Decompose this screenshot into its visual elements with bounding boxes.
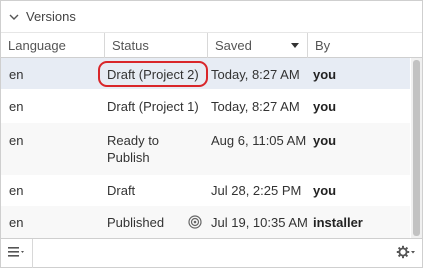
cell-language: en — [9, 133, 24, 148]
table-row[interactable]: en Draft Jul 28, 2:25 PM you — [1, 175, 410, 206]
hamburger-menu-icon — [7, 246, 27, 261]
column-header-language[interactable]: Language — [1, 33, 105, 58]
settings-button[interactable] — [392, 239, 422, 268]
cell-status: Ready to Publish — [107, 133, 160, 165]
panel-footer — [1, 238, 422, 268]
cell-by: you — [313, 99, 337, 114]
cell-language: en — [9, 215, 24, 230]
cell-saved: Aug 6, 11:05 AM — [211, 133, 307, 148]
versions-panel-header[interactable]: Versions — [1, 1, 422, 33]
cell-saved: Jul 19, 10:35 AM — [211, 215, 308, 230]
cell-saved: Today, 8:27 AM — [211, 99, 300, 114]
cell-language: en — [9, 183, 24, 198]
cell-by: installer — [313, 215, 363, 230]
cell-saved: Today, 8:27 AM — [211, 67, 300, 82]
table-header: Language Status Saved By — [1, 33, 422, 58]
scrollbar-thumb[interactable] — [413, 60, 420, 236]
cell-status: Draft (Project 1) — [107, 99, 199, 114]
menu-button[interactable] — [1, 239, 33, 268]
cell-saved: Jul 28, 2:25 PM — [211, 183, 302, 198]
cell-language: en — [9, 99, 24, 114]
column-header-status[interactable]: Status — [105, 33, 208, 58]
cell-language: en — [9, 67, 24, 82]
cell-status: Draft (Project 2) — [107, 67, 199, 82]
table-row[interactable]: en Ready to Publish Aug 6, 11:05 AM you — [1, 123, 410, 175]
versions-table-body: en Draft (Project 2) Today, 8:27 AM you … — [1, 58, 410, 238]
target-icon — [188, 215, 202, 229]
sort-descending-icon — [291, 43, 299, 48]
panel-title: Versions — [26, 9, 76, 24]
column-header-saved[interactable]: Saved — [208, 33, 308, 58]
gear-icon — [396, 245, 418, 262]
cell-status: Published — [107, 215, 165, 230]
cell-by: you — [313, 183, 337, 198]
cell-status: Draft — [107, 183, 136, 198]
cell-by: you — [313, 67, 337, 82]
cell-by: you — [313, 133, 337, 148]
versions-panel: Versions Language Status Saved By en Dra… — [0, 0, 423, 268]
vertical-scrollbar[interactable] — [411, 58, 422, 238]
table-row[interactable]: en Draft (Project 1) Today, 8:27 AM you — [1, 89, 410, 123]
column-header-saved-label: Saved — [215, 38, 252, 53]
table-row[interactable]: en Published Jul 19, 10:35 AM installer — [1, 206, 410, 238]
column-header-by[interactable]: By — [308, 33, 422, 58]
table-row[interactable]: en Draft (Project 2) Today, 8:27 AM you — [1, 58, 410, 89]
chevron-down-icon[interactable] — [8, 11, 20, 23]
